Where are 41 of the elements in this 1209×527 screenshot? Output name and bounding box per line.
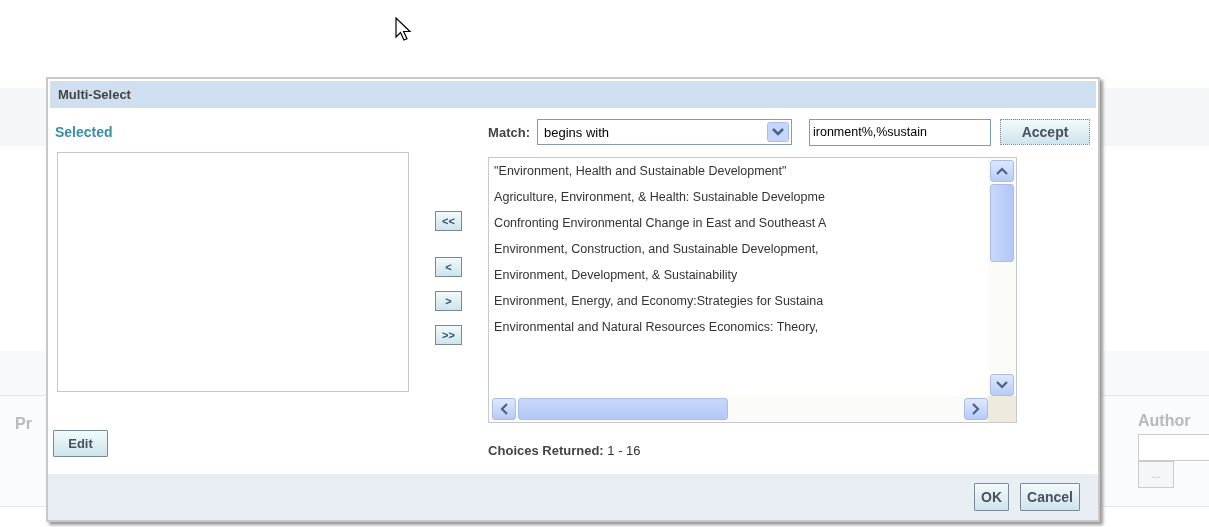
scroll-up-button[interactable] — [990, 160, 1015, 182]
cancel-button[interactable]: Cancel — [1020, 483, 1080, 511]
field-label: Pr — [15, 415, 32, 433]
list-item[interactable]: Environment, Construction, and Sustainable Development, — [494, 239, 989, 265]
chevron-icon — [972, 403, 981, 415]
horizontal-scrollbar[interactable] — [489, 396, 989, 422]
scrollbar-corner — [988, 396, 1017, 422]
cursor-icon — [395, 17, 413, 43]
ok-button[interactable]: OK — [974, 483, 1010, 511]
move-button[interactable]: < — [435, 257, 463, 277]
chevron-icon — [500, 403, 509, 415]
chevron-icon — [996, 381, 1009, 389]
list-item[interactable]: Environmental and Natural Resources Economics: Theory, — [494, 317, 989, 343]
author-field[interactable] — [1138, 434, 1209, 461]
selected-heading: Selected — [55, 124, 114, 142]
chevron-icon — [996, 167, 1009, 175]
list-item[interactable]: Confronting Environmental Change in East and Southeast A — [494, 213, 989, 239]
scrollbar-thumb[interactable] — [518, 398, 729, 420]
caret-icon — [767, 122, 789, 142]
move-button[interactable]: << — [435, 211, 463, 231]
choices-returned-value: 1 - 16 — [607, 443, 641, 458]
edit-button[interactable]: Edit — [53, 430, 108, 457]
scroll-right-button[interactable] — [964, 398, 989, 420]
scroll-left-button[interactable] — [492, 398, 517, 420]
match-dropdown[interactable]: begins with — [537, 119, 792, 145]
dialog-title: Multi-Select — [58, 87, 131, 102]
vertical-scrollbar[interactable] — [988, 158, 1017, 396]
list-item[interactable]: "Environment, Health and Sustainable Development" — [494, 161, 989, 187]
move-button[interactable]: > — [435, 291, 463, 311]
search-field[interactable]: ironment%,%sustain — [809, 118, 991, 146]
list-item[interactable]: Agriculture, Environment, & Health: Sustainable Developme — [494, 187, 989, 213]
match-label: Match: — [488, 124, 530, 140]
list-item[interactable]: Environment, Energy, and Economy:Strategies for Sustaina — [494, 291, 989, 317]
list-item[interactable]: Environment, Development, & Sustainability — [494, 265, 989, 291]
author-label: Author — [1138, 412, 1191, 430]
choices-returned-label: Choices Returned: — [488, 443, 604, 458]
scrollbar-thumb[interactable] — [990, 184, 1015, 262]
selected-list[interactable] — [57, 152, 409, 392]
accept-button[interactable]: Accept — [1000, 119, 1090, 145]
scroll-down-button[interactable] — [990, 374, 1015, 396]
move-button[interactable]: >> — [435, 325, 463, 345]
